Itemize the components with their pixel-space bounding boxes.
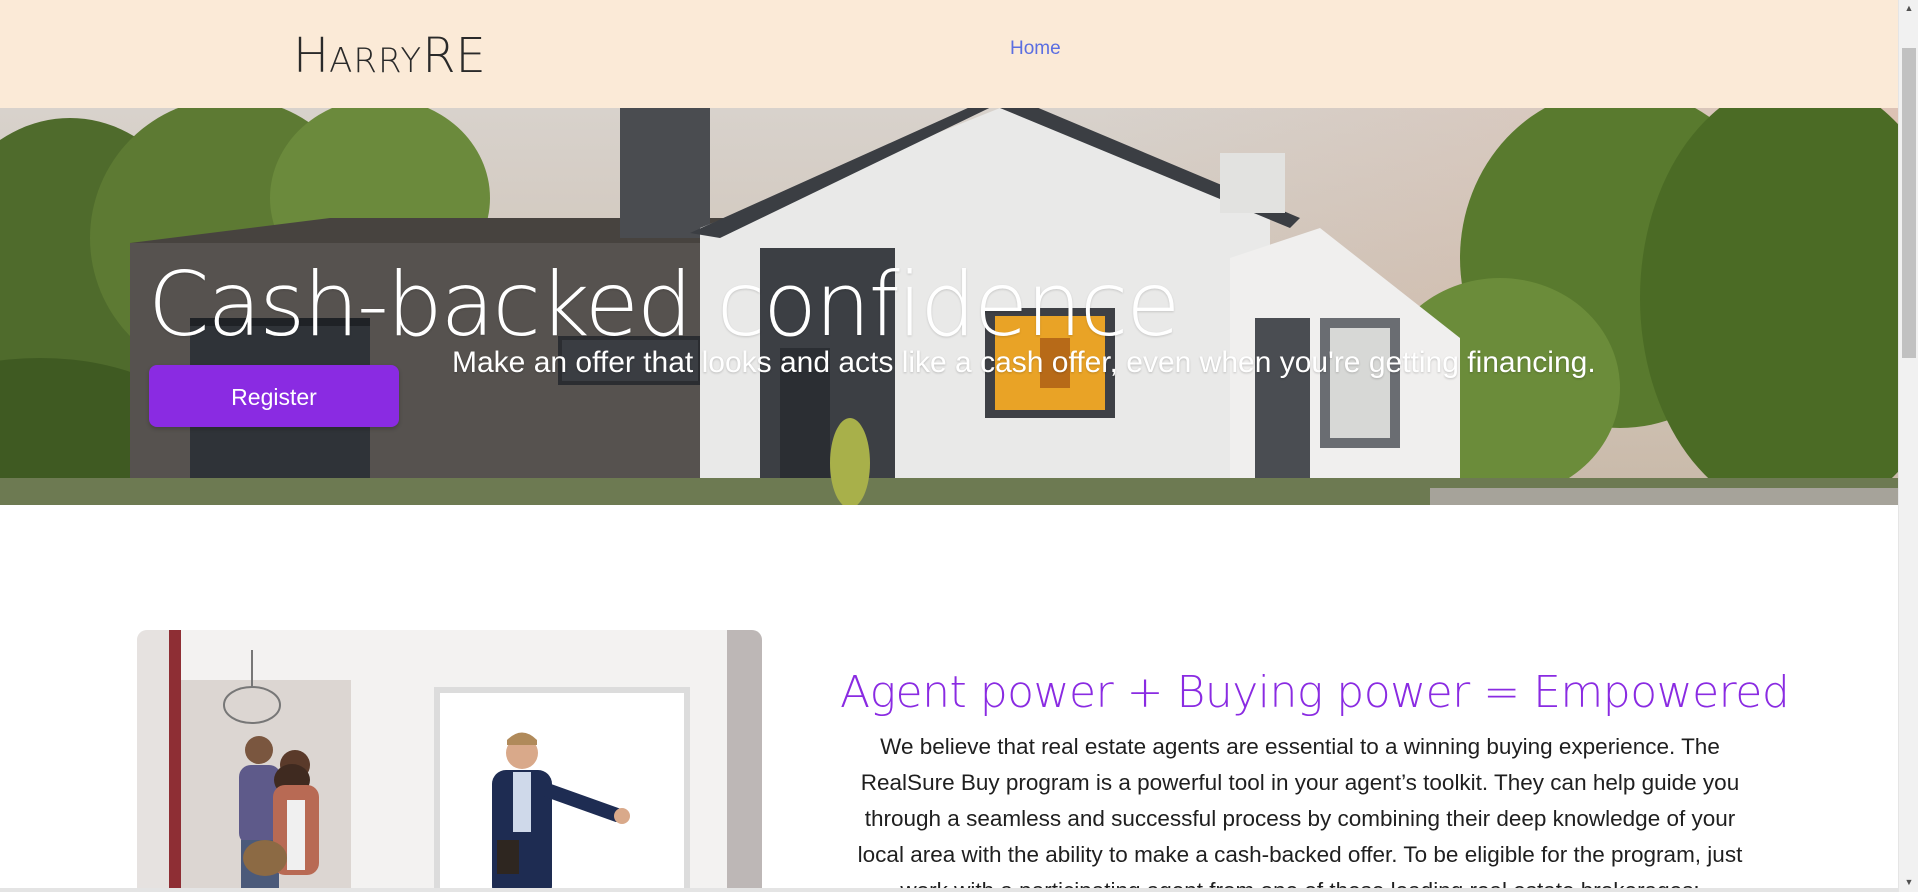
- register-button[interactable]: Register: [149, 365, 399, 427]
- hero-banner: Cash-backed confidence Make an offer tha…: [0, 108, 1898, 505]
- brand-smallcaps: ARRY: [329, 41, 423, 81]
- hero-title: Cash-backed confidence: [148, 252, 1180, 356]
- scroll-down-icon[interactable]: ▼: [1899, 874, 1918, 891]
- agent-clients-photo: [137, 630, 762, 892]
- vertical-scrollbar[interactable]: ▲ ▼: [1898, 0, 1918, 892]
- scroll-up-icon[interactable]: ▲: [1899, 0, 1918, 17]
- section-body: We believe that real estate agents are e…: [857, 733, 1743, 892]
- section-title: Agent power + Buying power = Empowered: [840, 666, 1790, 718]
- scrollbar-thumb[interactable]: [1902, 48, 1916, 358]
- brand-initial: H: [293, 28, 330, 84]
- navbar: HARRYRE Home: [0, 0, 1898, 108]
- hero-subtitle: Make an offer that looks and acts like a…: [452, 346, 1596, 379]
- brand-suffix: RE: [422, 28, 486, 84]
- nav-home-link[interactable]: Home: [1010, 38, 1061, 60]
- horizontal-scrollbar-track: [0, 888, 1898, 892]
- brand-logo[interactable]: HARRYRE: [293, 26, 486, 91]
- page-viewport: HARRYRE Home Cash-backed confidence Make…: [0, 0, 1898, 892]
- agent-clients-illustration: [137, 630, 762, 892]
